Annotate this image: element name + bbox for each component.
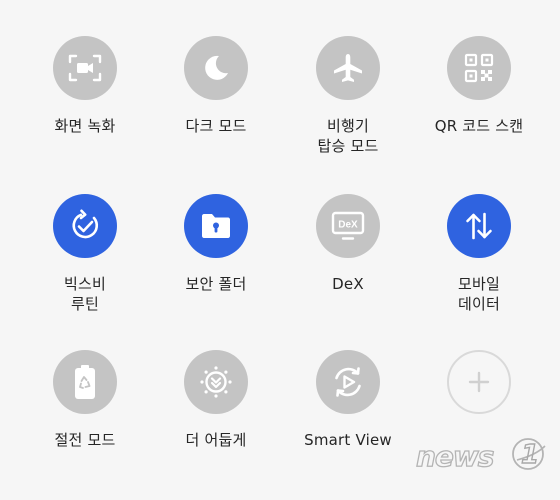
tile-dex[interactable]: DeX DeX <box>278 194 418 344</box>
tile-qr-scan[interactable]: QR 코드 스캔 <box>409 36 549 186</box>
dex-icon: DeX <box>330 210 366 242</box>
moon-icon <box>200 52 232 84</box>
secure-folder-icon <box>199 211 233 241</box>
tile-smart-view[interactable]: Smart View <box>278 350 418 500</box>
plus-icon <box>467 370 491 394</box>
quick-panel-grid: 화면 녹화 다크 모드 비행기 탑승 모드 QR 코드 스캔 빅스비 루틴 보안… <box>0 0 560 488</box>
tile-secure-folder[interactable]: 보안 폴더 <box>146 194 286 344</box>
tile-circle <box>53 350 117 414</box>
qr-code-icon <box>463 52 495 84</box>
tile-label: 절전 모드 <box>54 431 116 449</box>
tile-circle: DeX <box>316 194 380 258</box>
tile-circle <box>447 350 511 414</box>
tile-circle <box>184 194 248 258</box>
bixby-routines-icon <box>68 209 102 243</box>
tile-screen-recorder[interactable]: 화면 녹화 <box>15 36 155 186</box>
tile-circle <box>53 194 117 258</box>
screen-record-icon <box>67 53 103 83</box>
svg-text:DeX: DeX <box>338 220 358 231</box>
tile-circle <box>53 36 117 100</box>
extra-dim-icon <box>198 364 234 400</box>
tile-label: 비행기 탑승 모드 <box>317 117 379 155</box>
tile-label: 빅스비 루틴 <box>63 275 106 313</box>
tile-circle <box>447 36 511 100</box>
airplane-icon <box>331 51 365 85</box>
tile-label: 더 어둡게 <box>185 431 247 449</box>
tile-bixby-routines[interactable]: 빅스비 루틴 <box>15 194 155 344</box>
smart-view-icon <box>330 364 366 400</box>
tile-circle <box>184 350 248 414</box>
tile-airplane-mode[interactable]: 비행기 탑승 모드 <box>278 36 418 186</box>
tile-label: 보안 폴더 <box>185 275 247 293</box>
tile-extra-dim[interactable]: 더 어둡게 <box>146 350 286 500</box>
tile-circle <box>184 36 248 100</box>
mobile-data-icon <box>463 210 495 242</box>
tile-label: 화면 녹화 <box>54 117 116 135</box>
tile-mobile-data[interactable]: 모바일 데이터 <box>409 194 549 344</box>
tile-label: 모바일 데이터 <box>457 275 500 313</box>
power-saving-icon <box>73 364 97 400</box>
tile-label: QR 코드 스캔 <box>434 117 524 135</box>
tile-label: Smart View <box>304 431 392 449</box>
tile-power-saving[interactable]: 절전 모드 <box>15 350 155 500</box>
tile-label: 다크 모드 <box>185 117 247 135</box>
tile-dark-mode[interactable]: 다크 모드 <box>146 36 286 186</box>
tile-circle <box>447 194 511 258</box>
tile-circle <box>316 350 380 414</box>
tile-circle <box>316 36 380 100</box>
tile-label: DeX <box>332 275 364 293</box>
add-tile-button[interactable] <box>409 350 549 500</box>
